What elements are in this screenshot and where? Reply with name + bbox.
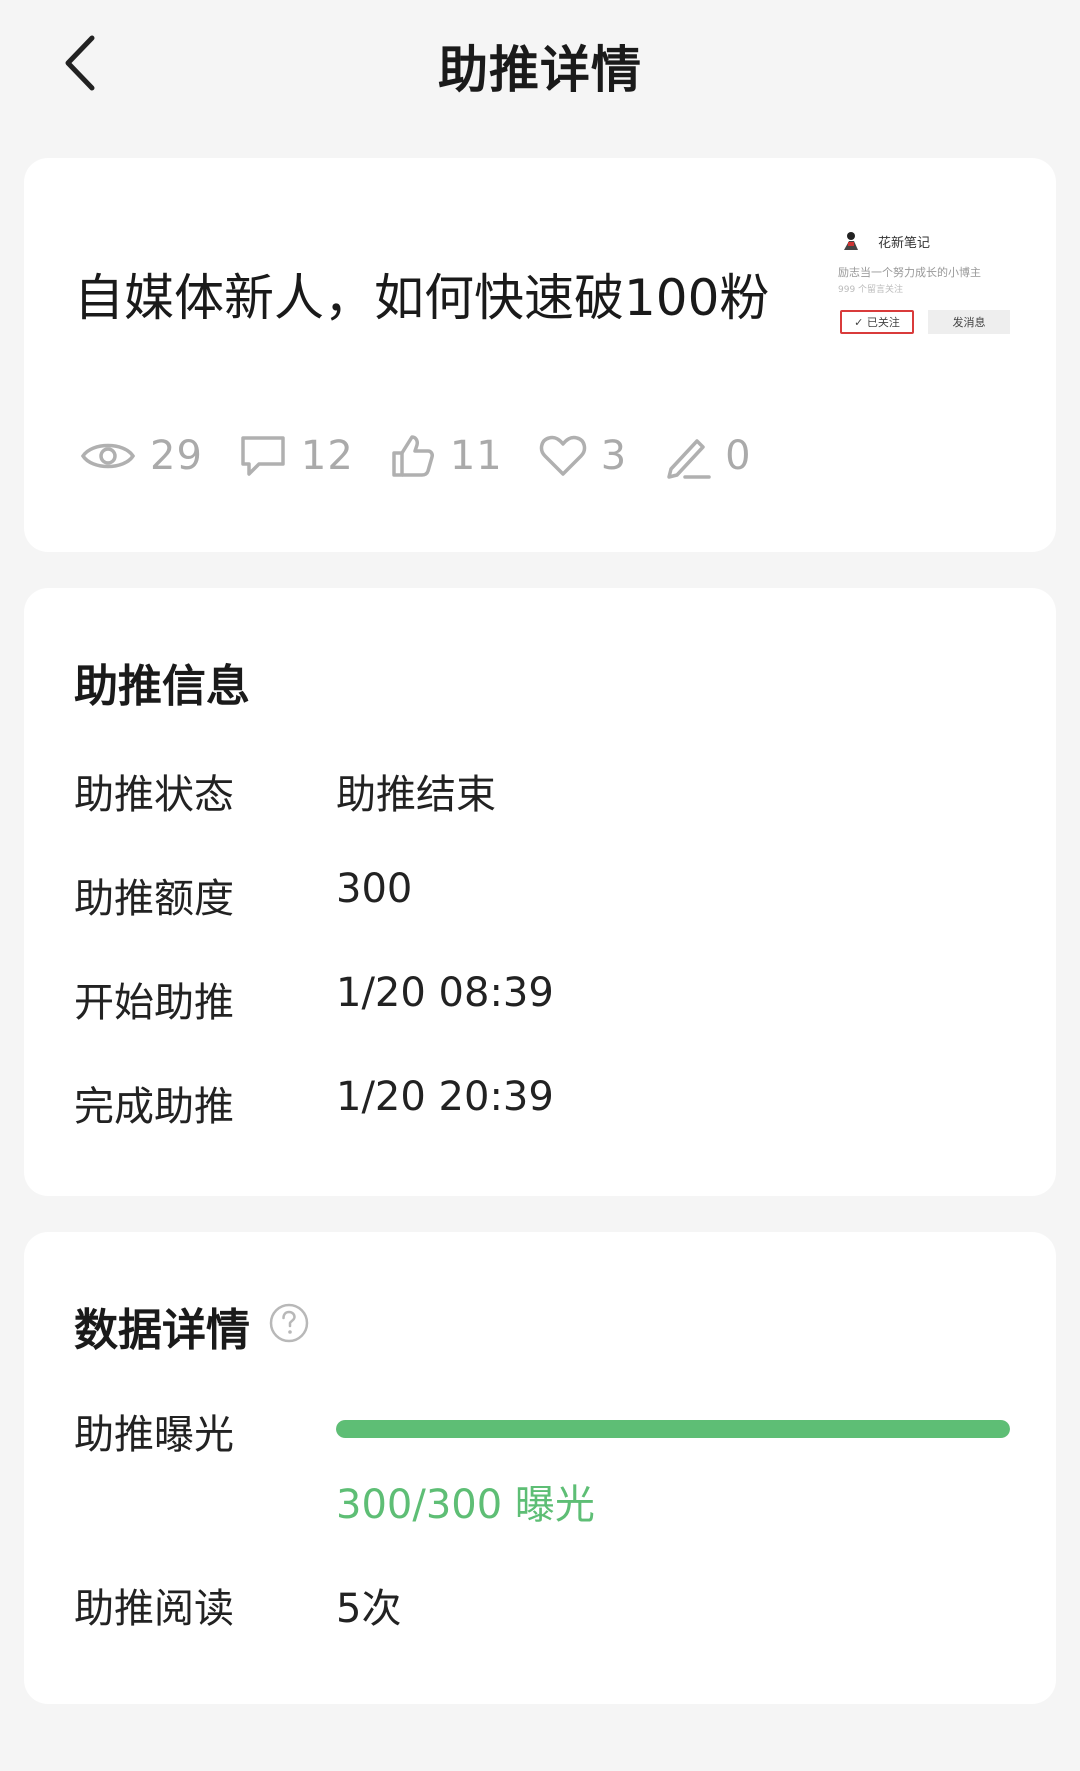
- heart-icon: [539, 435, 586, 476]
- article-thumbnail[interactable]: 花新笔记 励志当一个努力成长的小博主 999 个留言关注 ✓ 已关注 发消息: [838, 218, 1034, 388]
- stat-edits-value: 0: [725, 433, 752, 479]
- boost-start-label: 开始助推: [74, 980, 234, 1026]
- boost-status-label: 助推状态: [74, 772, 234, 818]
- boost-quota-value: 300: [336, 866, 413, 912]
- data-details-title: 数据详情: [74, 1305, 250, 1356]
- article-stats: 29 12 11 3 0: [80, 426, 788, 486]
- pen-icon: [667, 439, 711, 479]
- exposure-progress-fill: [336, 1420, 1010, 1438]
- article-card[interactable]: 自媒体新人，如何快速破100粉 花新笔记 励志当一个努力成长的小博主 999 个…: [24, 158, 1056, 552]
- data-details-card: 数据详情 助推曝光 300/300 曝光 助推阅读 5次: [24, 1232, 1056, 1704]
- boost-end-value: 1/20 20:39: [336, 1074, 554, 1120]
- stat-views-value: 29: [150, 433, 203, 479]
- thumbnail-follow-badge: ✓ 已关注: [840, 310, 914, 334]
- eye-icon: [80, 443, 136, 469]
- comment-icon: [241, 436, 285, 476]
- thumbnail-message-badge: 发消息: [928, 310, 1010, 334]
- boost-start-value: 1/20 08:39: [336, 970, 554, 1016]
- avatar: [844, 232, 858, 250]
- boost-status-value: 助推结束: [336, 772, 496, 818]
- top-bar: 助推详情: [0, 0, 1080, 130]
- thumbs-up-icon: [392, 435, 434, 477]
- exposure-progress-text: 300/300 曝光: [336, 1482, 595, 1528]
- page-title: 助推详情: [438, 41, 642, 99]
- reads-value: 5次: [336, 1586, 402, 1632]
- stat-favorites-value: 3: [600, 433, 628, 479]
- stat-edits: 0: [663, 433, 751, 479]
- stat-likes-value: 11: [449, 433, 503, 479]
- article-title[interactable]: 自媒体新人，如何快速破100粉: [74, 258, 814, 330]
- stat-views: 29: [80, 433, 203, 479]
- exposure-progress-bar: [336, 1420, 1010, 1438]
- thumbnail-description: 励志当一个努力成长的小博主: [838, 266, 981, 279]
- question-circle-icon[interactable]: [268, 1302, 310, 1344]
- boost-info-card: 助推信息 助推状态 助推结束 助推额度 300 开始助推 1/20 08:39 …: [24, 588, 1056, 1196]
- reads-label: 助推阅读: [74, 1586, 234, 1632]
- boost-quota-label: 助推额度: [74, 876, 234, 922]
- thumbnail-author-name: 花新笔记: [878, 236, 931, 251]
- stat-comments: 12: [239, 433, 354, 479]
- stat-favorites: 3: [539, 433, 627, 479]
- boost-end-label: 完成助推: [74, 1084, 234, 1130]
- thumbnail-subtext: 999 个留言关注: [838, 285, 904, 295]
- stat-comments-value: 12: [300, 433, 354, 479]
- stat-likes: 11: [390, 433, 503, 479]
- exposure-label: 助推曝光: [74, 1412, 234, 1458]
- boost-info-title: 助推信息: [74, 661, 250, 712]
